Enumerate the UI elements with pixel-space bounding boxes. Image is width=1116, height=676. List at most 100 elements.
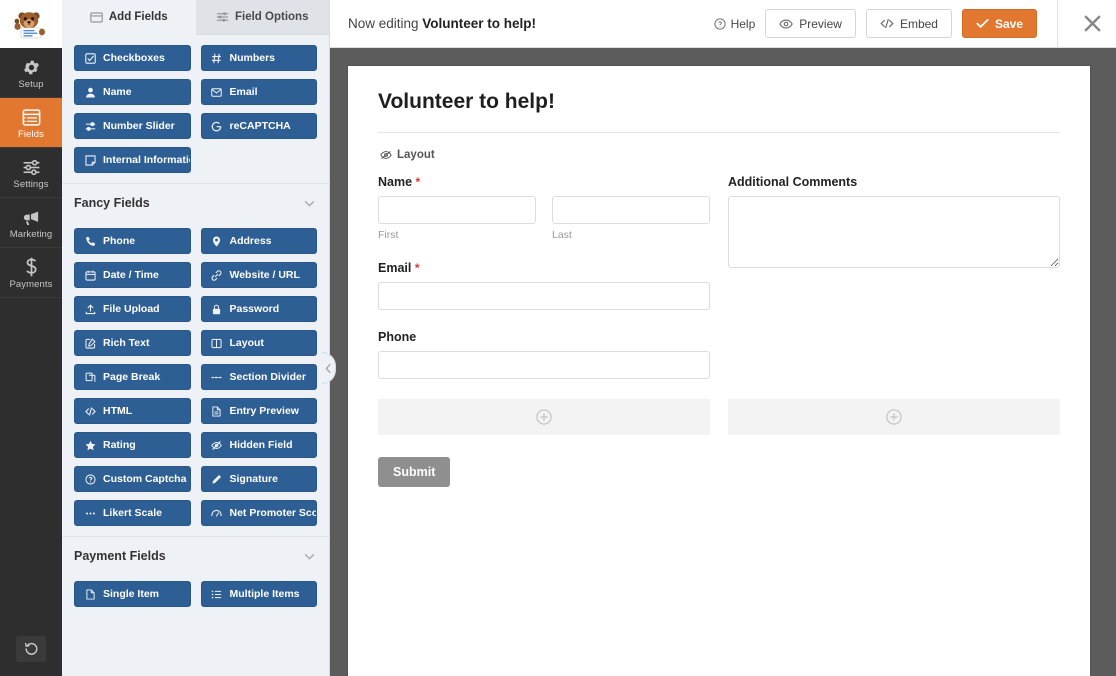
section-title: Payment Fields bbox=[74, 549, 166, 563]
sidebar-item-fields[interactable]: Fields bbox=[0, 98, 62, 148]
submit-button[interactable]: Submit bbox=[378, 457, 450, 487]
page-break-icon bbox=[84, 372, 96, 383]
layout-eye-icon bbox=[380, 150, 392, 160]
form-columns: Name * First Last bbox=[378, 175, 1060, 399]
field-button-label: Likert Scale bbox=[103, 507, 162, 519]
email-input[interactable] bbox=[378, 282, 710, 310]
name-first-input[interactable] bbox=[378, 196, 536, 224]
form-field-email[interactable]: Email * bbox=[378, 261, 710, 310]
form-field-name[interactable]: Name * First Last bbox=[378, 175, 710, 241]
sidebar-item-setup[interactable]: Setup bbox=[0, 48, 62, 98]
field-button-name[interactable]: Name bbox=[74, 79, 191, 105]
name-last-input[interactable] bbox=[552, 196, 710, 224]
phone-input[interactable] bbox=[378, 351, 710, 379]
field-button-password[interactable]: Password bbox=[201, 296, 318, 322]
field-button-label: Page Break bbox=[103, 371, 160, 383]
field-button-internal-information[interactable]: Internal Information bbox=[74, 147, 191, 173]
field-button-recaptcha[interactable]: reCAPTCHA bbox=[201, 113, 318, 139]
file-icon bbox=[84, 589, 96, 600]
embed-button[interactable]: Embed bbox=[866, 9, 952, 38]
field-button-address[interactable]: Address bbox=[201, 228, 318, 254]
document-icon bbox=[211, 406, 223, 417]
gauge-icon bbox=[211, 508, 223, 519]
field-button-custom-captcha[interactable]: Custom Captcha bbox=[74, 466, 191, 492]
field-button-numbers[interactable]: Numbers bbox=[201, 45, 318, 71]
field-button-single-item[interactable]: Single Item bbox=[74, 581, 191, 607]
tab-add-fields[interactable]: Add Fields bbox=[62, 0, 196, 35]
sidebar-item-label: Payments bbox=[9, 279, 52, 290]
form-field-additional-comments[interactable]: Additional Comments bbox=[728, 175, 1060, 273]
note-icon bbox=[84, 155, 96, 166]
builder-topbar: Now editing Volunteer to help! Help Prev… bbox=[330, 0, 1116, 48]
form-builder-app: Setup Fields bbox=[0, 0, 1116, 676]
sidebar-item-settings[interactable]: Settings bbox=[0, 148, 62, 198]
field-button-html[interactable]: HTML bbox=[74, 398, 191, 424]
save-button[interactable]: Save bbox=[962, 9, 1037, 38]
question-circle-icon bbox=[84, 474, 96, 485]
star-icon bbox=[84, 440, 96, 451]
help-label: Help bbox=[731, 17, 756, 31]
field-button-email[interactable]: Email bbox=[201, 79, 318, 105]
check-icon bbox=[976, 18, 989, 29]
field-button-likert-scale[interactable]: Likert Scale bbox=[74, 500, 191, 526]
section-title: Fancy Fields bbox=[74, 196, 150, 210]
slider-icon bbox=[84, 121, 96, 132]
help-button[interactable]: Help bbox=[714, 17, 756, 31]
field-sections-scroll[interactable]: Checkboxes Numbers Name Email Number Sli… bbox=[62, 35, 329, 676]
field-button-net-promoter-score[interactable]: Net Promoter Score bbox=[201, 500, 318, 526]
field-button-signature[interactable]: Signature bbox=[201, 466, 318, 492]
field-button-section-divider[interactable]: Section Divider bbox=[201, 364, 318, 390]
close-icon bbox=[1083, 14, 1102, 33]
field-label: Phone bbox=[378, 330, 710, 344]
section-header-payment-fields[interactable]: Payment Fields bbox=[62, 536, 329, 571]
field-label: Name * bbox=[378, 175, 710, 189]
preview-button[interactable]: Preview bbox=[765, 9, 856, 38]
field-button-label: Password bbox=[230, 303, 280, 315]
field-button-file-upload[interactable]: File Upload bbox=[74, 296, 191, 322]
lock-icon bbox=[211, 304, 223, 315]
field-label-text: Phone bbox=[378, 330, 416, 344]
section-header-fancy-fields[interactable]: Fancy Fields bbox=[62, 183, 329, 218]
code-icon bbox=[84, 406, 96, 417]
field-button-phone[interactable]: Phone bbox=[74, 228, 191, 254]
sullie-bear-icon bbox=[12, 8, 50, 40]
likert-icon bbox=[84, 508, 96, 519]
gear-icon bbox=[22, 57, 41, 77]
sidebar-item-payments[interactable]: Payments bbox=[0, 248, 62, 298]
dropzone-left[interactable] bbox=[378, 399, 710, 435]
field-button-page-break[interactable]: Page Break bbox=[74, 364, 191, 390]
field-button-label: Rating bbox=[103, 439, 136, 451]
field-label: Additional Comments bbox=[728, 175, 1060, 189]
sidebar-item-marketing[interactable]: Marketing bbox=[0, 198, 62, 248]
layout-tag-label: Layout bbox=[397, 149, 435, 161]
form-field-phone[interactable]: Phone bbox=[378, 330, 710, 379]
form-name: Volunteer to help! bbox=[422, 16, 536, 31]
name-first-wrap: First bbox=[378, 196, 536, 241]
field-button-label: Number Slider bbox=[103, 120, 175, 132]
field-button-rating[interactable]: Rating bbox=[74, 432, 191, 458]
layout-field-tag[interactable]: Layout bbox=[380, 149, 1060, 161]
chevron-left-icon bbox=[325, 363, 332, 374]
topbar-actions: Help Preview Embed bbox=[714, 0, 1116, 48]
field-button-label: Custom Captcha bbox=[103, 473, 186, 485]
field-button-label: Numbers bbox=[230, 52, 276, 64]
revert-area bbox=[0, 622, 62, 676]
field-button-multiple-items[interactable]: Multiple Items bbox=[201, 581, 318, 607]
tab-field-options[interactable]: Field Options bbox=[196, 0, 330, 35]
close-builder-button[interactable] bbox=[1068, 0, 1116, 48]
comments-textarea[interactable] bbox=[728, 196, 1060, 268]
field-button-entry-preview[interactable]: Entry Preview bbox=[201, 398, 318, 424]
field-button-hidden-field[interactable]: Hidden Field bbox=[201, 432, 318, 458]
field-button-website-url[interactable]: Website / URL bbox=[201, 262, 318, 288]
upload-icon bbox=[84, 304, 96, 315]
field-button-number-slider[interactable]: Number Slider bbox=[74, 113, 191, 139]
field-button-rich-text[interactable]: Rich Text bbox=[74, 330, 191, 356]
field-button-checkboxes[interactable]: Checkboxes bbox=[74, 45, 191, 71]
field-button-layout[interactable]: Layout bbox=[201, 330, 318, 356]
field-button-date-time[interactable]: Date / Time bbox=[74, 262, 191, 288]
now-editing-label: Now editing Volunteer to help! bbox=[348, 16, 536, 31]
dropzone-right[interactable] bbox=[728, 399, 1060, 435]
field-button-label: HTML bbox=[103, 405, 132, 417]
wpforms-logo[interactable] bbox=[0, 0, 62, 48]
revert-button[interactable] bbox=[16, 636, 46, 662]
